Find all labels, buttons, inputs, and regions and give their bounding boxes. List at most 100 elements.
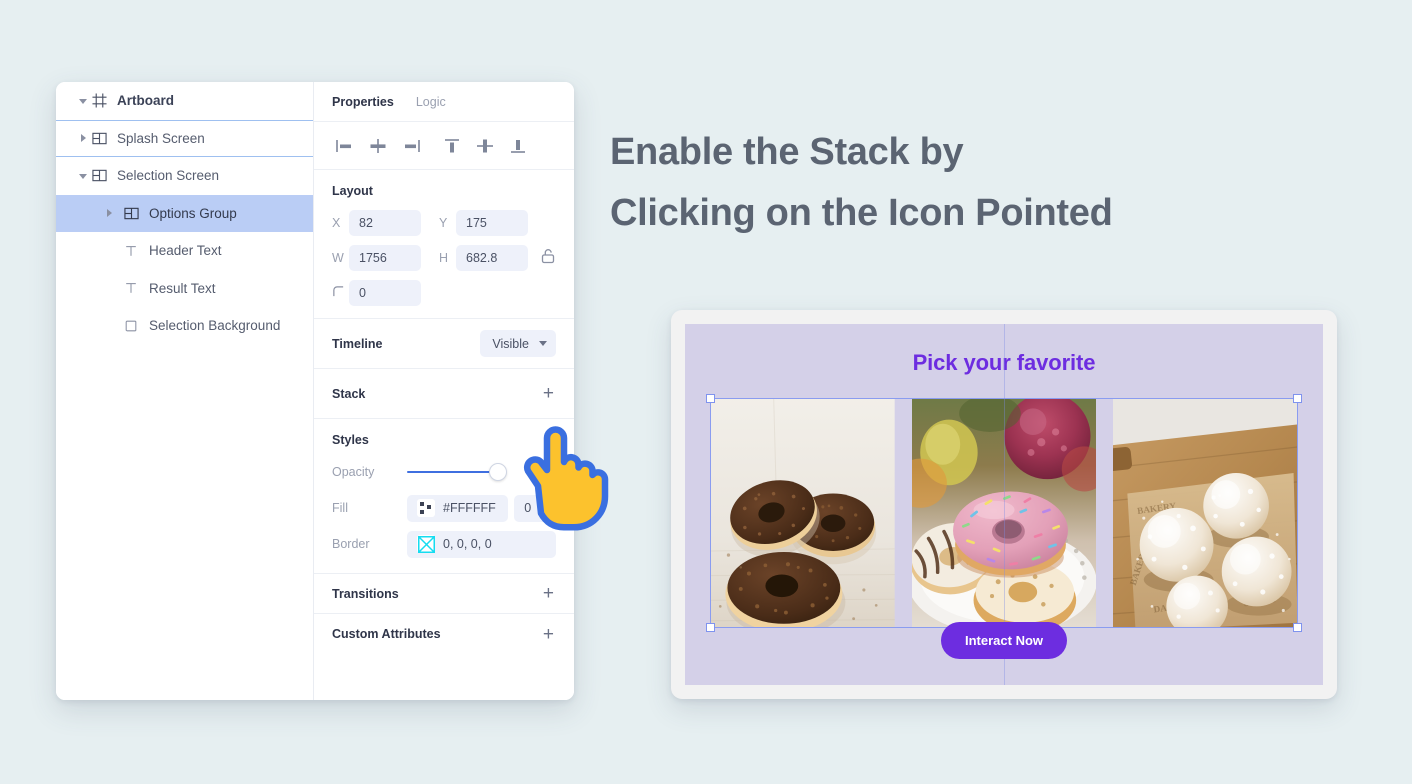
opacity-slider[interactable] (407, 463, 507, 481)
opacity-row: Opacity (332, 457, 556, 487)
styles-section: Styles Opacity Fill #FFFFFF 0 Border 0, … (314, 419, 574, 574)
align-top-icon[interactable] (435, 131, 468, 161)
custom-attributes-label: Custom Attributes (332, 627, 441, 641)
add-stack-button[interactable]: + (541, 384, 556, 403)
caret-down-icon[interactable] (78, 170, 90, 182)
layer-row-options-group[interactable]: Options Group (56, 194, 313, 232)
opacity-slider-track (407, 471, 499, 473)
fill-color-input[interactable]: #FFFFFF (407, 494, 509, 522)
position-row: X 82 Y 175 (332, 210, 556, 236)
layer-label: Selection Screen (117, 168, 220, 184)
align-left-icon[interactable] (328, 131, 361, 161)
layout-section: Layout X 82 Y 175 W 1756 H 682.8 0 (314, 170, 574, 319)
layers-panel: Artboard Splash Screen Selection Screen … (56, 82, 314, 700)
add-custom-attribute-button[interactable]: + (541, 625, 556, 644)
properties-tab-bar: Properties Logic (314, 82, 574, 122)
rectangle-icon (122, 317, 140, 335)
chevron-down-icon (539, 341, 547, 346)
unlock-icon[interactable] (541, 248, 555, 269)
caret-down-icon[interactable] (78, 95, 90, 107)
timeline-visibility-value: Visible (492, 336, 529, 351)
group-icon (122, 204, 140, 222)
headline-line-1: Enable the Stack by (610, 131, 964, 173)
headline-line-2: Clicking on the Icon Pointed (610, 192, 1113, 234)
stack-section: Stack + (314, 369, 574, 419)
text-icon (122, 242, 140, 260)
fill-row: Fill #FFFFFF 0 (332, 493, 556, 523)
layer-label: Result Text (149, 280, 216, 296)
no-color-swatch-icon[interactable] (417, 535, 435, 553)
tab-properties[interactable]: Properties (332, 95, 394, 109)
editor-window: Artboard Splash Screen Selection Screen … (56, 82, 574, 700)
tab-logic[interactable]: Logic (416, 95, 446, 109)
x-label: X (332, 216, 341, 230)
fill-color-value: #FFFFFF (443, 501, 496, 515)
corner-radius-icon (332, 285, 349, 301)
corner-radius-input[interactable]: 0 (349, 280, 421, 306)
fill-swatch-icon[interactable] (417, 499, 435, 517)
size-row: W 1756 H 682.8 (332, 245, 556, 271)
interact-now-button[interactable]: Interact Now (940, 622, 1068, 659)
transitions-label: Transitions (332, 586, 399, 601)
group-icon (90, 167, 108, 185)
thumbnail-pink-frosted-donut[interactable] (911, 398, 1097, 628)
align-center-vertical-icon[interactable] (468, 131, 501, 161)
caret-placeholder (104, 320, 116, 332)
properties-panel: Properties Logic Layout X 82 Y 175 W 175… (314, 82, 574, 700)
layer-row-header-text[interactable]: Header Text (56, 232, 313, 270)
fill-alpha-input[interactable]: 0 (514, 494, 556, 522)
caret-placeholder (104, 282, 116, 294)
alignment-toolbar (314, 122, 574, 170)
layout-title: Layout (332, 184, 373, 198)
timeline-visibility-dropdown[interactable]: Visible (480, 330, 556, 357)
options-group-images: BAKERY FRESH BAKERS DAILY SWEET SHOP (710, 398, 1299, 628)
caret-right-icon[interactable] (104, 207, 116, 219)
align-center-horizontal-icon[interactable] (361, 131, 394, 161)
layer-label: Artboard (117, 93, 174, 109)
layer-row-result-text[interactable]: Result Text (56, 270, 313, 308)
opacity-slider-knob[interactable] (489, 463, 507, 481)
y-input[interactable]: 175 (456, 210, 528, 236)
artboard-icon (90, 92, 108, 110)
transitions-section: Transitions + (314, 574, 574, 614)
caret-right-icon[interactable] (78, 132, 90, 144)
layer-row-selection-background[interactable]: Selection Background (56, 307, 313, 345)
corner-radius-row: 0 (332, 280, 556, 306)
height-input[interactable]: 682.8 (456, 245, 528, 271)
layer-label: Splash Screen (117, 130, 205, 146)
layer-row-selection-screen[interactable]: Selection Screen (56, 157, 313, 195)
layer-label: Selection Background (149, 318, 281, 334)
border-color-value: 0, 0, 0, 0 (443, 537, 492, 551)
custom-attributes-section: Custom Attributes + (314, 614, 574, 654)
text-icon (122, 279, 140, 297)
preview-card: Pick your favorite BAKERY BAKERS Interac… (671, 310, 1337, 699)
thumbnail-chocolate-donuts[interactable] (710, 398, 895, 628)
layer-label: Options Group (149, 205, 237, 221)
layer-label: Header Text (149, 243, 222, 259)
layer-row-artboard[interactable]: Artboard (56, 82, 313, 120)
styles-title: Styles (332, 433, 369, 447)
caret-placeholder (104, 245, 116, 257)
group-icon (90, 129, 108, 147)
thumbnail-powdered-sugar-donuts[interactable]: BAKERY FRESH BAKERS DAILY SWEET SHOP (1113, 398, 1299, 628)
h-label: H (439, 251, 449, 265)
width-input[interactable]: 1756 (349, 245, 421, 271)
border-color-input[interactable]: 0, 0, 0, 0 (407, 530, 556, 558)
align-bottom-icon[interactable] (501, 131, 534, 161)
border-row: Border 0, 0, 0, 0 (332, 529, 556, 559)
align-right-icon[interactable] (394, 131, 427, 161)
stack-label: Stack (332, 386, 366, 401)
preview-title: Pick your favorite (912, 350, 1096, 375)
y-label: Y (439, 216, 448, 230)
x-input[interactable]: 82 (349, 210, 421, 236)
opacity-label: Opacity (332, 465, 375, 479)
preview-stage: Pick your favorite BAKERY BAKERS Interac… (685, 324, 1323, 685)
border-label: Border (332, 537, 370, 551)
page-title: Enable the Stack by Clicking on the Icon… (610, 122, 1310, 244)
timeline-label: Timeline (332, 336, 383, 351)
w-label: W (332, 251, 344, 265)
timeline-section: Timeline Visible (314, 319, 574, 369)
add-transition-button[interactable]: + (541, 584, 556, 603)
fill-label: Fill (332, 501, 348, 515)
layer-row-splash-screen[interactable]: Splash Screen (56, 119, 313, 157)
